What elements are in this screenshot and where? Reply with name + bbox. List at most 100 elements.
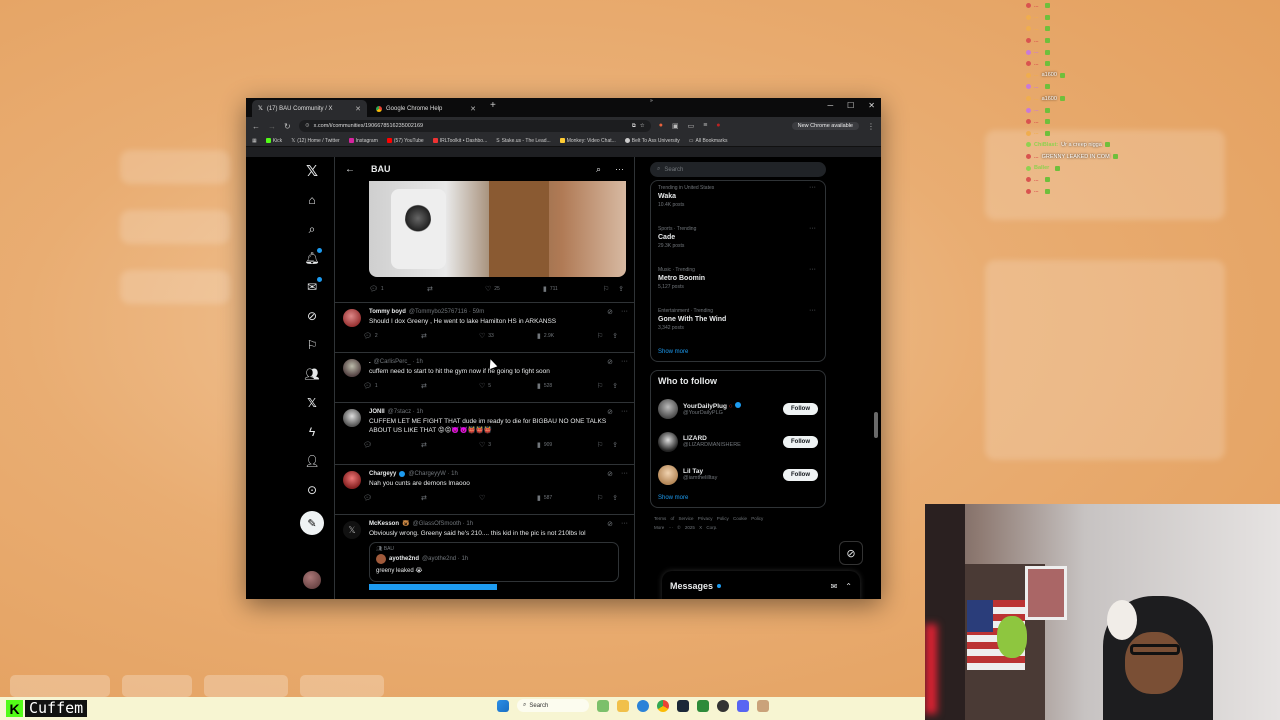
install-icon[interactable]: ⧉: [632, 123, 636, 130]
chat-username[interactable]: ...: [1034, 49, 1039, 55]
bookmark-stake[interactable]: S Stake.us - The Lead...: [496, 138, 550, 144]
share-icon[interactable]: ⇪: [618, 285, 624, 293]
bookmark-irltoolkit[interactable]: IRLToolkit • Dashbo...: [432, 138, 487, 144]
like-button[interactable]: ♡ 25: [485, 285, 543, 293]
trend-item[interactable]: Entertainment · Trending Gone With The W…: [658, 306, 818, 347]
views-button[interactable]: ▮ 528: [537, 382, 595, 390]
chat-username[interactable]: ...: [1034, 38, 1039, 44]
bookmark-icon[interactable]: ⚐: [597, 332, 603, 340]
menu-icon[interactable]: ⋮: [867, 122, 875, 131]
close-window-icon[interactable]: ✕: [868, 101, 875, 110]
post-media-image[interactable]: [369, 181, 626, 277]
reply-button[interactable]: 💬︎ 2: [363, 332, 421, 340]
avatar[interactable]: [658, 464, 678, 485]
chat-username[interactable]: Baller: [1034, 165, 1049, 171]
xbox-icon[interactable]: [697, 699, 709, 712]
bookmarks-icon[interactable]: ⚐: [304, 337, 320, 353]
forward-icon[interactable]: →: [268, 122, 276, 131]
share-icon[interactable]: ⇪: [612, 494, 618, 502]
reply-button[interactable]: 💬︎: [363, 441, 421, 449]
share-icon[interactable]: ⇪: [612, 441, 618, 449]
quote-author-handle[interactable]: @ayothe2nd · 1h: [422, 556, 468, 562]
like-button[interactable]: ♡ 5: [479, 382, 537, 390]
trends-show-more-link[interactable]: Show more: [658, 349, 818, 355]
author-handle[interactable]: @CarlisPerc_ · 1h: [374, 359, 423, 365]
x-logo-icon[interactable]: 𝕏: [304, 163, 320, 180]
avatar[interactable]: [343, 409, 361, 427]
obs-icon[interactable]: [717, 699, 729, 712]
discord-icon[interactable]: [737, 699, 749, 712]
tweet[interactable]: Chargeyy @ChargeyyW · 1h ⊘ ··· Nah you cu…: [335, 464, 634, 514]
app-icon[interactable]: [757, 699, 769, 712]
more-options-icon[interactable]: ···: [809, 184, 816, 191]
footer-legal-links[interactable]: Terms of Service Privacy Policy Cookie P…: [654, 514, 826, 523]
edge-icon[interactable]: [637, 699, 649, 712]
trend-item[interactable]: Music · Trending Metro Boomin 5,127 post…: [658, 265, 818, 306]
bookmark-twitter[interactable]: 𝕏 (12) Home / Twitter: [291, 138, 339, 144]
grok-float-icon[interactable]: ⊘: [839, 541, 863, 565]
more-options-icon[interactable]: ···: [809, 266, 816, 273]
follow-show-more-link[interactable]: Show more: [658, 495, 818, 501]
more-icon[interactable]: ⊙: [304, 482, 320, 498]
chat-username[interactable]: ...: [1034, 107, 1039, 113]
author-name[interactable]: McKesson: [369, 521, 399, 527]
follow-button[interactable]: Follow: [783, 435, 818, 448]
chat-username[interactable]: ...: [1034, 119, 1039, 125]
messages-nav-icon[interactable]: ✉: [304, 277, 322, 295]
search-input[interactable]: ⌕ Search: [650, 162, 826, 177]
grok-icon[interactable]: ⊘: [304, 308, 320, 324]
views-button[interactable]: ▮ 909: [537, 441, 595, 449]
grok-explain-icon[interactable]: ⊘: [607, 308, 613, 316]
chat-username[interactable]: ...: [1034, 188, 1039, 194]
communities-icon[interactable]: 👥︎: [304, 366, 320, 382]
notifications-icon[interactable]: 🔔︎: [304, 248, 322, 266]
maximize-icon[interactable]: ☐: [847, 101, 854, 110]
more-options-icon[interactable]: ···: [621, 308, 628, 316]
explore-search-icon[interactable]: ⌕: [304, 221, 320, 237]
address-bar[interactable]: ⚙ x.com/i/communities/190667851623500216…: [298, 120, 651, 132]
minimize-icon[interactable]: ─: [827, 101, 833, 110]
share-icon[interactable]: ⇪: [612, 332, 618, 340]
follow-suggestion[interactable]: Lil Tay @iamthelilltay Follow: [658, 458, 818, 491]
search-icon[interactable]: ⌕: [596, 164, 601, 175]
share-icon[interactable]: ⇪: [612, 382, 618, 390]
back-icon[interactable]: ←: [252, 122, 260, 131]
grok-explain-icon[interactable]: ⊘: [607, 470, 613, 478]
avatar[interactable]: [658, 431, 678, 452]
tab-chrome-help[interactable]: Google Chrome Help ✕: [370, 100, 482, 117]
trend-item[interactable]: Sports · Trending Cade 29.3K posts ···: [658, 224, 818, 265]
premium-x-icon[interactable]: 𝕏: [304, 395, 320, 411]
chat-username[interactable]: ChiBlast:: [1034, 142, 1058, 148]
new-tab-icon[interactable]: +: [490, 100, 496, 111]
windows-start-icon[interactable]: [497, 699, 509, 712]
chat-username[interactable]: ...: [1034, 72, 1039, 78]
tweet[interactable]: Tommy boyd @Tommybo25767116 · 59m ⊘ ··· S…: [335, 302, 634, 352]
author-handle[interactable]: @ChargeyyW · 1h: [408, 471, 457, 477]
chat-username[interactable]: ...: [1034, 61, 1039, 67]
messages-drawer[interactable]: Messages ✉ ⌃: [662, 571, 860, 599]
site-info-icon[interactable]: ⚙: [305, 123, 310, 129]
bookmark-kick[interactable]: Kick: [265, 138, 282, 144]
views-button[interactable]: ▮ 711: [543, 285, 601, 293]
bookmark-instagram[interactable]: Instagram: [348, 138, 378, 144]
author-name[interactable]: Tommy boyd: [369, 309, 406, 315]
grok-explain-icon[interactable]: ⊘: [607, 408, 613, 416]
reply-button[interactable]: 💬︎ 1: [363, 382, 421, 390]
steam-icon[interactable]: [677, 699, 689, 712]
follow-button[interactable]: Follow: [783, 468, 818, 481]
tweet[interactable]: 𝕏 McKesson 🐻︎ @GlassOfSmooth · 1h ⊘ ··· O…: [335, 514, 634, 599]
profile-icon[interactable]: 👤︎: [304, 453, 320, 469]
reload-icon[interactable]: ↻: [284, 122, 291, 131]
author-name[interactable]: Chargeyy: [369, 471, 396, 477]
repost-button[interactable]: ⇄: [421, 494, 479, 502]
more-options-icon[interactable]: ···: [621, 520, 628, 528]
more-options-icon[interactable]: ···: [621, 470, 628, 478]
avatar[interactable]: [343, 471, 361, 489]
trend-item[interactable]: Trending in United States Waka 10.4K pos…: [658, 183, 818, 224]
chat-username[interactable]: ...: [1034, 130, 1039, 136]
back-arrow-icon[interactable]: ←: [345, 164, 355, 175]
avatar[interactable]: [376, 554, 386, 564]
bookmark-icon[interactable]: ⚐: [603, 285, 609, 293]
apps-icon[interactable]: ▦: [252, 138, 257, 144]
views-button[interactable]: ▮ 587: [537, 494, 595, 502]
